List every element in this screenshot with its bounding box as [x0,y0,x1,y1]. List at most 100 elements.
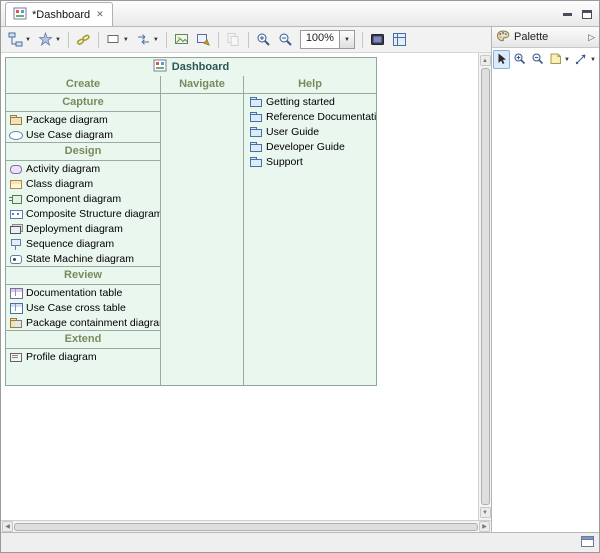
dashboard-model-icon [13,7,27,23]
palette-header[interactable]: Palette ▷ [492,27,599,48]
help-column-header: Help [244,76,376,94]
create-item-composite-structure-diagram[interactable]: Composite Structure diagram [6,206,160,221]
item-label: Getting started [266,96,335,108]
snapshot-button[interactable] [193,29,214,51]
help-item-reference-documentation[interactable]: Reference Documentation [244,109,376,124]
dashboard-title-bar: Dashboard [6,58,376,76]
diagram-toolbar: ▼ ▼ ▼ ▼ [1,27,491,53]
horizontal-scrollbar[interactable]: ◀ ▶ [1,520,491,532]
zoom-out-icon [278,32,293,47]
console-button[interactable] [367,29,388,51]
item-label: State Machine diagram [26,253,134,265]
select-tool[interactable] [493,50,510,69]
create-item-use-case-cross-table[interactable]: Use Case cross table [6,300,160,315]
maximize-icon [582,10,592,19]
toolbar-separator [68,32,69,48]
item-label: Package diagram [26,114,108,126]
create-item-sequence-diagram[interactable]: Sequence diagram [6,236,160,251]
create-item-activity-diagram[interactable]: Activity diagram [6,161,160,176]
dropdown-caret-icon[interactable]: ▼ [153,37,159,43]
dropdown-caret-icon[interactable]: ▼ [590,57,596,63]
zoom-dropdown-icon[interactable]: ▼ [339,31,354,48]
vertical-scrollbar[interactable]: ▲ ▼ [478,53,491,520]
create-item-documentation-table[interactable]: Documentation table [6,285,160,300]
dropdown-caret-icon[interactable]: ▼ [55,37,61,43]
vertical-scrollbar-thumb[interactable] [481,68,490,505]
item-label: Composite Structure diagram [26,208,160,220]
diagram-canvas[interactable]: Dashboard Create Capture Package diagram… [1,53,478,520]
zoom-in-icon [256,32,271,47]
note-tool[interactable]: ▼ [547,50,572,69]
profile-diagram-icon [9,351,23,363]
help-item-getting-started[interactable]: Getting started [244,94,376,109]
wizard-button[interactable]: ▼ [35,29,64,51]
close-icon[interactable]: ✕ [95,9,105,20]
toolbar-separator [218,32,219,48]
create-item-component-diagram[interactable]: Component diagram [6,191,160,206]
zoom-level-value[interactable]: 100% [301,31,339,48]
minimized-view-button[interactable] [581,536,594,550]
create-item-package-containment-diagram[interactable]: Package containment diagram [6,315,160,330]
note-icon [549,52,562,68]
create-item-deployment-diagram[interactable]: Deployment diagram [6,221,160,236]
palette-collapse-icon[interactable]: ▷ [588,32,595,43]
package-diagram-icon [9,114,23,126]
zoom-out-button[interactable] [275,29,296,51]
component-diagram-icon [9,193,23,205]
section-header-design: Design [6,142,160,161]
item-label: User Guide [266,126,319,138]
wizard-star-icon [38,32,53,47]
navigate-column-header: Navigate [161,76,243,94]
toolbar-separator [166,32,167,48]
palette-canvas[interactable] [492,71,599,532]
minimize-icon [563,13,572,16]
dropdown-caret-icon[interactable]: ▼ [564,57,570,63]
minimize-button[interactable] [557,4,577,24]
help-folder-icon [249,126,263,138]
palette-zoom-out-tool[interactable] [529,50,546,69]
dropdown-caret-icon[interactable]: ▼ [123,37,129,43]
export-image-button[interactable] [171,29,192,51]
shape-button[interactable]: ▼ [103,29,132,51]
shape-icon [106,32,121,47]
grid-view-button[interactable] [389,29,410,51]
help-folder-icon [249,156,263,168]
create-item-package-diagram[interactable]: Package diagram [6,112,160,127]
toolbar-separator [362,32,363,48]
scroll-up-icon[interactable]: ▲ [480,55,491,66]
tab-dashboard[interactable]: *Dashboard ✕ [5,2,113,26]
link-tool[interactable]: ▼ [573,50,598,69]
arrange-button[interactable]: ▼ [133,29,162,51]
help-item-support[interactable]: Support [244,154,376,169]
console-icon [370,32,385,47]
grid-icon [392,32,407,47]
new-diagram-button[interactable]: ▼ [5,29,34,51]
item-label: Profile diagram [26,351,97,363]
scroll-left-icon[interactable]: ◀ [2,521,13,532]
maximize-button[interactable] [577,4,597,24]
create-item-class-diagram[interactable]: Class diagram [6,176,160,191]
link-button[interactable] [73,29,94,51]
dashboard-widget: Dashboard Create Capture Package diagram… [5,57,377,386]
scroll-right-icon[interactable]: ▶ [479,521,490,532]
zoom-level-combo[interactable]: 100% ▼ [300,30,355,49]
use-case-cross-table-icon [9,302,23,314]
create-item-use-case-diagram[interactable]: Use Case diagram [6,127,160,142]
item-label: Developer Guide [266,141,345,153]
create-item-state-machine-diagram[interactable]: State Machine diagram [6,251,160,266]
item-label: Component diagram [26,193,121,205]
dropdown-caret-icon[interactable]: ▼ [25,37,31,43]
help-item-developer-guide[interactable]: Developer Guide [244,139,376,154]
create-item-profile-diagram[interactable]: Profile diagram [6,349,160,364]
palette-panel: Palette ▷ ▼ ▼ [491,27,599,532]
zoom-in-button[interactable] [253,29,274,51]
horizontal-scrollbar-thumb[interactable] [14,523,478,531]
palette-toolbar: ▼ ▼ [492,48,599,71]
palette-zoom-in-tool[interactable] [511,50,528,69]
create-column-header: Create [6,76,160,94]
copy-button[interactable] [223,29,244,51]
zoom-out-icon [531,52,544,68]
deployment-diagram-icon [9,223,23,235]
help-item-user-guide[interactable]: User Guide [244,124,376,139]
scroll-down-icon[interactable]: ▼ [480,507,491,518]
